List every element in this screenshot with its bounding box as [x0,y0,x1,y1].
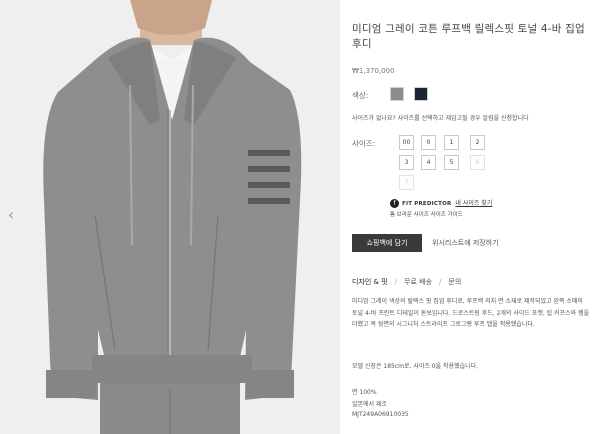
product-title: 미디엄 그레이 코튼 루프백 릴렉스핏 토널 4-바 집업 후디 [352,23,585,50]
tab-separator: / [394,278,398,286]
color-swatch-gray[interactable] [390,87,404,101]
product-sku: MJT249A06910035 [352,411,409,418]
size-label: 사이즈: [352,139,376,148]
model-info: 모델 신장은 185cm로, 사이즈 0을 착용했습니다. [352,363,479,370]
product-price: ₩1,370,000 [352,67,395,75]
size-option-7[interactable]: 7 [399,175,414,190]
origin: 일본에서 제조 [352,401,388,408]
previous-image-arrow-icon[interactable]: ‹ [4,205,18,225]
size-guide-brand: 톰 브라운 [390,212,412,218]
product-description: 미디엄 그레이 색상의 릴렉스 핏 집업 후디로, 루프백 저지 면 소재로 제… [352,298,590,328]
fit-predictor-icon: f [390,199,399,208]
size-option-1[interactable]: 1 [444,135,459,150]
tab-inquiry[interactable]: 문의 [448,278,461,286]
size-option-6[interactable]: 6 [470,155,485,170]
find-my-size-link[interactable]: 내 사이즈 찾기 [455,200,492,207]
size-option-00[interactable]: 00 [399,135,414,150]
info-tabs: 디자인 & 핏 / 무료 배송 / 문의 [352,277,461,287]
size-guide-row: 톰 브라운 사이즈 사이즈 가이드 [390,210,463,218]
size-guide-link[interactable]: 사이즈 사이즈 가이드 [414,212,463,218]
composition: 면 100% [352,389,377,396]
size-option-0[interactable]: 0 [421,135,436,150]
size-option-4[interactable]: 4 [421,155,436,170]
fit-predictor-logo: FIT PREDICTOR [402,201,452,207]
tab-design-fit[interactable]: 디자인 & 핏 [352,278,388,286]
size-option-2[interactable]: 2 [470,135,485,150]
size-restock-notice: 사이즈가 없나요? 사이즈를 선택하고 재입고될 경우 알림을 신청합니다 [352,115,529,122]
color-swatch-navy[interactable] [414,87,428,101]
color-label: 색상: [352,91,369,100]
tab-separator: / [439,278,442,286]
product-details: 미디엄 그레이 코튼 루프백 릴렉스핏 토널 4-바 집업 후디 ₩1,370,… [340,0,600,434]
hoodie-photo [0,0,340,434]
tab-free-shipping[interactable]: 무료 배송 [404,278,432,286]
fit-predictor-row: f FIT PREDICTOR 내 사이즈 찾기 [390,198,492,208]
size-option-5[interactable]: 5 [444,155,459,170]
add-to-cart-button[interactable]: 쇼핑백에 담기 [352,234,422,252]
size-option-3[interactable]: 3 [399,155,414,170]
save-to-wishlist-link[interactable]: 위시리스트에 저장하기 [432,234,499,252]
product-image: ‹ [0,0,340,434]
